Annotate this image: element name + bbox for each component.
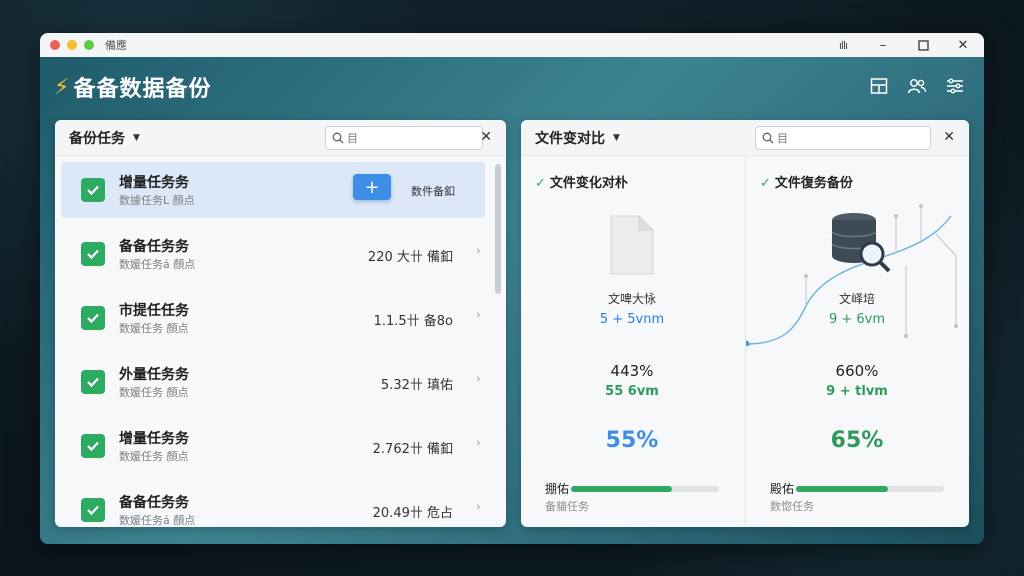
chevron-right-icon[interactable]: ›: [476, 372, 481, 387]
search-icon: [332, 132, 344, 144]
task-row[interactable]: 备备任务务 数媛任务á 顏点 220 大卄 備釦 ›: [61, 226, 485, 282]
task-size: 5.32卄 瑱佑: [380, 378, 453, 393]
app-title: 备备数据备份: [73, 77, 212, 102]
task-subtitle: 数媛任务 顏点: [119, 450, 189, 463]
task-subtitle: 数媛任务 顏点: [119, 386, 189, 399]
title-bar: 備應 ıllı – ✕: [40, 33, 984, 57]
backup-tasks-panel: 备份任务 ▼ 目 ✕ 增量任务务 数據任务L 顏点 + 数件备釦 备备任务务 数…: [55, 120, 506, 527]
task-row[interactable]: 增量任务务 数據任务L 顏点 + 数件备釦: [61, 162, 485, 218]
layout-icon[interactable]: [868, 75, 890, 97]
add-button[interactable]: +: [353, 174, 391, 200]
task-name: 增量任务务: [119, 175, 189, 191]
minimize-traffic-light[interactable]: [67, 40, 77, 50]
checkbox[interactable]: [81, 498, 105, 522]
chevron-right-icon[interactable]: ›: [476, 436, 481, 451]
chevron-right-icon[interactable]: ›: [476, 500, 481, 515]
file-stat: 5 + 5vnm: [599, 312, 665, 327]
app-header: ⚡ 备备数据备份: [40, 57, 984, 117]
task-name: 增量任务务: [119, 431, 189, 447]
bottom-subtitle: 数惚任务: [770, 500, 814, 513]
check-icon: ✓: [535, 176, 546, 191]
task-subtitle: 数媛任务á 顏点: [119, 258, 196, 271]
task-row[interactable]: 增量任务务 数媛任务 顏点 2.762卄 備釦 ›: [61, 418, 485, 474]
column-title: ✓ 文件变化对朴: [535, 176, 628, 191]
file-label: 文峄培: [838, 292, 875, 306]
chevron-right-icon[interactable]: ›: [476, 244, 481, 259]
progress-fill: [571, 486, 672, 492]
file-compare-panel: 文件变对比 ▼ 目 ✕ ✓ 文件变化对朴 文啤大怺 5 + 5vnm 443% 5…: [521, 120, 969, 527]
close-traffic-light[interactable]: [50, 40, 60, 50]
minimize-button[interactable]: –: [876, 38, 890, 53]
task-subtitle: 数媛任务á 顏点: [119, 514, 196, 527]
audio-icon[interactable]: ıllı: [836, 38, 850, 52]
big-percent: 65%: [830, 428, 884, 453]
header-toolbar: [868, 75, 966, 97]
panel-header: 备份任务 ▼ 目 ✕: [55, 120, 506, 156]
task-subtitle: 数媛任务 顏点: [119, 322, 189, 335]
checkbox[interactable]: [81, 306, 105, 330]
file-stat: 9 + 6vm: [828, 312, 886, 327]
scrollbar[interactable]: [495, 164, 501, 294]
task-size: 220 大卄 備釦: [367, 250, 453, 265]
panel-header: 文件变对比 ▼ 目 ✕: [521, 120, 969, 156]
progress-bar: [796, 486, 944, 492]
column-title: ✓ 文件復务备份: [760, 176, 853, 191]
zoom-traffic-light[interactable]: [84, 40, 94, 50]
search-icon: [762, 132, 774, 144]
settings-list-icon[interactable]: [944, 75, 966, 97]
checkbox[interactable]: [81, 178, 105, 202]
window-controls: ıllı – ✕: [836, 33, 970, 57]
checkbox[interactable]: [81, 434, 105, 458]
chevron-down-icon[interactable]: ▼: [613, 133, 620, 143]
chevron-down-icon[interactable]: ▼: [133, 133, 140, 143]
database-search-icon: [831, 213, 891, 273]
search-input[interactable]: 目: [755, 126, 931, 150]
file-label: 文啤大怺: [607, 292, 656, 306]
users-icon[interactable]: [906, 75, 928, 97]
bottom-subtitle: 备貓任务: [545, 500, 589, 513]
close-button[interactable]: ✕: [956, 38, 970, 53]
task-name: 备备任务务: [119, 495, 189, 511]
checkbox[interactable]: [81, 370, 105, 394]
task-status: 数件备釦: [411, 185, 455, 198]
maximize-button[interactable]: [916, 38, 930, 52]
task-size: 20.49卄 危占: [372, 506, 453, 521]
search-input[interactable]: 目: [325, 126, 483, 150]
task-row[interactable]: 外量任务务 数媛任务 顏点 5.32卄 瑱佑 ›: [61, 354, 485, 410]
close-icon[interactable]: ✕: [943, 129, 955, 145]
panel-title[interactable]: 备份任务: [69, 128, 125, 148]
app-window: 備應 ıllı – ✕ ⚡ 备备数据备份 备份任务 ▼ 目 ✕ 增量任务务 数據…: [40, 33, 984, 544]
task-size: 1.1.5卄 备8o: [373, 314, 453, 329]
chevron-right-icon[interactable]: ›: [476, 308, 481, 323]
bolt-icon: ⚡: [54, 74, 70, 100]
bottom-label: 殿佑: [770, 482, 795, 496]
task-size: 2.762卄 備釦: [372, 442, 453, 457]
task-row[interactable]: 市提任任务 数媛任务 顏点 1.1.5卄 备8o ›: [61, 290, 485, 346]
maximize-icon: [917, 39, 929, 51]
file-change-column: ✓ 文件变化对朴 文啤大怺 5 + 5vnm 443% 55 6vm 55% 掤佑…: [521, 156, 743, 527]
document-icon: [610, 215, 654, 275]
close-icon[interactable]: ✕: [480, 129, 492, 145]
checkbox[interactable]: [81, 242, 105, 266]
task-subtitle: 数據任务L 顏点: [119, 194, 195, 207]
delta-value: 55 6vm: [605, 384, 659, 399]
progress-bar: [571, 486, 719, 492]
percent-value: 443%: [610, 362, 654, 380]
task-name: 备备任务务: [119, 239, 189, 255]
task-name: 市提任任务: [119, 303, 189, 319]
panel-title[interactable]: 文件变对比: [535, 128, 605, 148]
file-backup-column: ✓ 文件復务备份 文峄培 9 + 6vm 660% 9 + tlvm 65% 殿…: [745, 156, 967, 527]
search-text: 目: [777, 132, 788, 145]
task-row[interactable]: 备备任务务 数媛任务á 顏点 20.49卄 危占 ›: [61, 482, 485, 527]
delta-value: 9 + tlvm: [826, 384, 888, 399]
window-title: 備應: [105, 39, 127, 52]
check-icon: ✓: [760, 176, 771, 191]
percent-value: 660%: [835, 362, 879, 380]
bottom-label: 掤佑: [545, 482, 570, 496]
progress-fill: [796, 486, 888, 492]
big-percent: 55%: [605, 428, 659, 453]
task-name: 外量任务务: [119, 367, 189, 383]
search-text: 目: [347, 132, 358, 145]
